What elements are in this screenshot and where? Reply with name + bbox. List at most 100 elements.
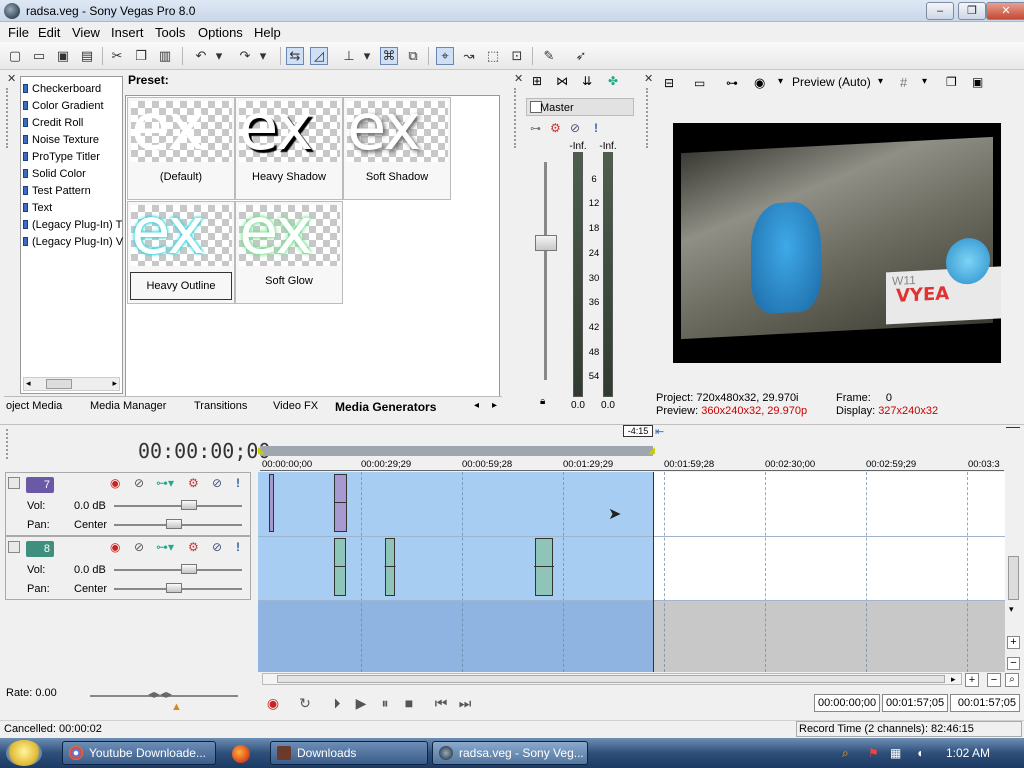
list-horizontal-scrollbar[interactable]: ◂ ▸ [23,377,120,391]
invert-phase-icon[interactable]: ⊘ [134,476,144,490]
track-area[interactable]: ➤ [258,472,1005,672]
list-item[interactable]: Checkerboard [23,81,123,97]
cut-icon[interactable]: ✂ [108,47,126,65]
panel-grip[interactable] [6,88,14,148]
play-from-start-icon[interactable]: ⏵ [328,694,346,712]
vscroll-thumb[interactable] [1008,556,1019,600]
list-item[interactable]: (Legacy Plug-In) V [23,234,123,250]
list-item[interactable]: Text [23,200,123,216]
menu-file[interactable]: File [8,25,29,40]
master-fx-icon[interactable]: ⚙ [550,121,561,135]
action-center-icon[interactable]: ⚑ [868,746,879,760]
mixer-fx-icon[interactable]: ✤ [608,74,618,88]
tab-transitions[interactable]: Transitions [194,400,247,412]
close-button[interactable]: ✕ [986,2,1024,20]
zoom-tool-icon[interactable]: ⊡ [508,47,526,65]
vegas-app-icon[interactable] [4,3,20,19]
zoom-in-track-height-icon[interactable]: + [1007,636,1020,649]
insert-bus-icon[interactable]: ⊞ [532,74,542,88]
list-item[interactable]: Noise Texture [23,132,123,148]
list-item[interactable]: Credit Roll [23,115,123,131]
pan-slider-thumb[interactable] [166,583,182,593]
overlays-grid-icon[interactable]: # [900,75,907,90]
loop-playback-icon[interactable]: ↻ [296,694,314,712]
rate-slider-thumb[interactable]: ◂▸◂▸ [148,687,172,701]
network-icon[interactable]: ▦ [890,746,901,760]
arm-record-icon[interactable]: ◉ [110,540,120,554]
hscroll-right-icon[interactable]: ▸ [951,674,956,685]
zoom-out-time-icon[interactable]: − [987,673,1001,687]
audio-clip[interactable] [334,474,347,532]
play-icon[interactable]: ▶ [352,694,370,712]
tab-scroll-right-icon[interactable]: ▸ [492,400,497,411]
menu-options[interactable]: Options [198,25,243,40]
list-item[interactable]: Color Gradient [23,98,123,114]
save-as-icon[interactable]: ▤ [78,47,96,65]
track-header[interactable]: 7 ◉ ⊘ ⊶▾ ⚙ ⊘ ! Vol: 0.0 dB Pan: Center [5,472,251,536]
selection-end-field[interactable]: 00:01:57;05 [882,694,948,712]
menu-view[interactable]: View [72,25,100,40]
preview-quality-dropdown[interactable]: Preview (Auto) [792,75,871,89]
preview-grip[interactable] [646,88,654,148]
tab-project-media[interactable]: oject Media [6,400,62,412]
vscroll-down-icon[interactable]: ▾ [1009,604,1014,615]
timeline-horizontal-scrollbar[interactable] [262,673,962,685]
open-folder-icon[interactable]: ▭ [30,47,48,65]
menu-insert[interactable]: Insert [111,25,144,40]
audio-clip[interactable] [385,538,395,596]
solo-icon[interactable]: ! [236,476,240,490]
auto-ripple-icon[interactable]: ⇆ [286,47,304,65]
tab-media-manager[interactable]: Media Manager [90,400,166,412]
tab-video-fx[interactable]: Video FX [273,400,318,412]
preview-close-icon[interactable]: ✕ [644,72,653,85]
taskbar-item-downloads[interactable]: Downloads [270,741,428,765]
list-item[interactable]: ProType Titler [23,149,123,165]
arm-record-icon[interactable]: ◉ [110,476,120,490]
ignore-grouping-icon[interactable]: ⧉ [404,47,422,65]
solo-icon[interactable]: ! [236,540,240,554]
menu-tools[interactable]: Tools [155,25,185,40]
audio-clip[interactable] [535,538,553,596]
selection-length-field[interactable]: 00:01:57;05 [950,694,1020,712]
panel-close-icon[interactable]: ✕ [7,72,16,85]
preset-heavy-outline[interactable]: ex Heavy Outline [127,201,235,304]
list-item[interactable]: Test Pattern [23,183,123,199]
redo-icon[interactable]: ↷ [236,47,254,65]
loop-region-bar[interactable] [260,446,653,456]
volume-slider[interactable] [114,505,242,507]
external-monitor-icon[interactable]: ▭ [694,76,705,90]
preset-soft-glow[interactable]: ex Soft Glow [235,201,343,304]
tab-media-generators[interactable]: Media Generators [335,400,436,414]
playhead-cursor[interactable] [653,472,654,672]
preview-fx-dropdown-icon[interactable]: ▾ [778,76,783,87]
track-automation-icon[interactable]: ⊶▾ [156,540,174,554]
timeline-grip[interactable] [6,429,14,459]
loop-end-marker-icon[interactable]: ◢ [648,445,655,456]
save-icon[interactable]: ▣ [54,47,72,65]
pause-icon[interactable]: ⏸ [376,694,394,712]
pan-slider-thumb[interactable] [166,519,182,529]
properties-icon[interactable]: ✎ [540,47,558,65]
menu-help[interactable]: Help [254,25,281,40]
firefox-icon[interactable] [232,745,250,763]
save-snapshot-icon[interactable]: ▣ [972,75,983,89]
record-icon[interactable]: ◉ [264,694,282,712]
preset-default[interactable]: ex (Default) [127,97,235,200]
preview-quality-chevron-icon[interactable]: ▾ [878,76,883,87]
taskbar-item-youtube-downloader[interactable]: Youtube Downloade... [62,741,216,765]
envelope-dropdown-icon[interactable]: ▾ [362,47,372,65]
zoom-tool-icon[interactable]: ⌕ [1005,673,1019,687]
track-fx-icon[interactable]: ⚙ [188,540,199,554]
preview-fx-icon[interactable]: ◉ [754,75,765,91]
mixer-width-icon[interactable]: ⋈ [556,74,568,88]
undo-icon[interactable]: ↶ [192,47,210,65]
preview-properties-icon[interactable]: ⊟ [664,76,674,90]
taskbar-item-sony-vegas[interactable]: radsa.veg - Sony Veg... [432,741,588,765]
start-button[interactable] [6,740,42,766]
scroll-thumb[interactable] [46,379,72,389]
normal-edit-tool-icon[interactable]: ⌖ [436,47,454,65]
zoom-out-track-height-icon[interactable]: − [1007,657,1020,670]
scroll-right-icon[interactable]: ▸ [112,378,117,389]
go-to-end-icon[interactable]: ⏭ [456,694,474,712]
maximize-button[interactable]: ❐ [958,2,986,20]
